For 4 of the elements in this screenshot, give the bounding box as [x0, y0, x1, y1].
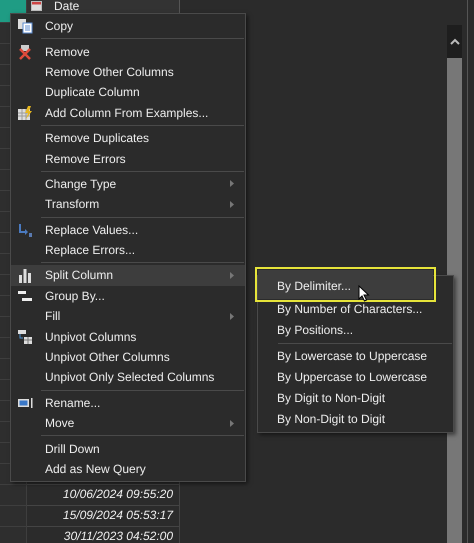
table-cell: 10/06/2024 09:55:20	[27, 485, 180, 506]
table-cell: 30/11/2023 04:52:00	[27, 527, 180, 543]
table-cell: 15/09/2024 05:53:17	[27, 506, 180, 527]
column-header-label: Date	[54, 0, 80, 12]
